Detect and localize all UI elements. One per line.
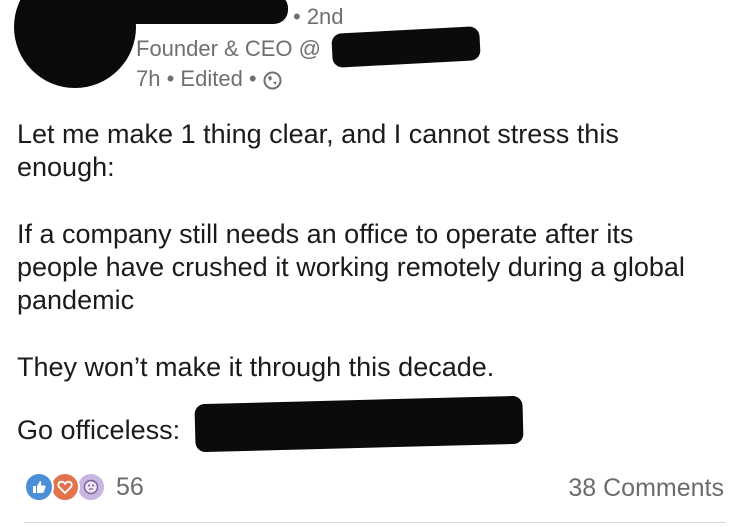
connection-degree: • 2nd (293, 4, 344, 29)
globe-icon (263, 70, 282, 89)
post-meta: 7h • Edited • (136, 66, 282, 92)
feed-post: • 2nd Founder & CEO @ 7h • Edited • Let … (0, 0, 750, 527)
comments-count-link[interactable]: 38 Comments (568, 474, 724, 503)
edited-label: Edited (180, 66, 243, 91)
divider (24, 522, 726, 523)
reactions-summary[interactable]: 56 (24, 472, 144, 502)
reaction-count: 56 (116, 472, 144, 501)
meta-separator: • (160, 66, 181, 91)
post-time: 7h (136, 66, 161, 91)
post-paragraph: They won’t make it through this decade. (17, 352, 495, 382)
company-redaction (331, 26, 481, 68)
curious-icon (76, 472, 106, 502)
post-paragraph: If a company still needs an office to op… (17, 219, 685, 315)
post-paragraph: Let me make 1 thing clear, and I cannot … (17, 119, 619, 182)
link-redaction (194, 395, 524, 453)
author-name-redaction (120, 0, 288, 24)
like-icon (24, 472, 54, 502)
love-icon (50, 472, 80, 502)
author-avatar[interactable] (14, 0, 136, 88)
meta-separator: • (242, 66, 257, 91)
author-headline: Founder & CEO @ (136, 36, 321, 61)
